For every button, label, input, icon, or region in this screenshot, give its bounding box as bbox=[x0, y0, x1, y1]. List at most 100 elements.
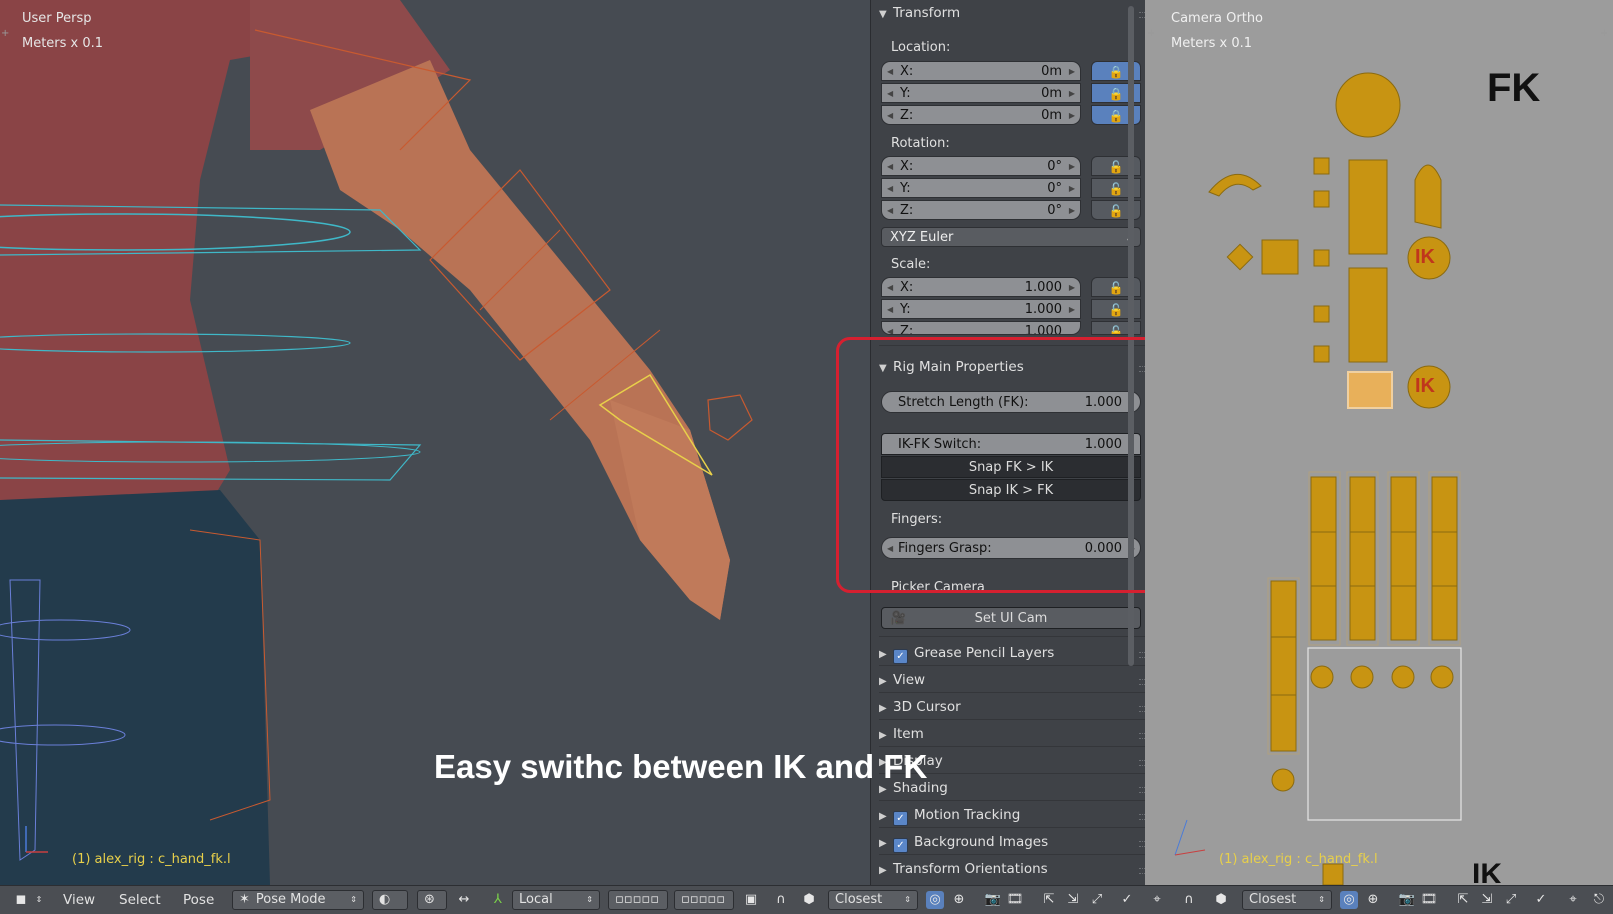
rig-picker bbox=[1174, 72, 1462, 885]
paste-pose-icon[interactable]: ⇲ bbox=[1064, 891, 1082, 909]
layers-grid-icon: ▫▫▫▫▫ bbox=[681, 892, 726, 907]
ik-badge-lower[interactable]: IK bbox=[1415, 375, 1435, 398]
snap-target-select-right[interactable]: Closest ⇕ bbox=[1242, 890, 1332, 910]
picker-head bbox=[1335, 72, 1401, 138]
picker-finger bbox=[1349, 476, 1376, 641]
location-z-field[interactable]: ◀ Z: 0m ▶ bbox=[881, 105, 1081, 125]
transform-panel-header[interactable]: ▼ Transform bbox=[879, 2, 1161, 24]
axis-gizmo-icon bbox=[25, 826, 48, 853]
highlight-box bbox=[836, 337, 1192, 593]
rotation-x-field[interactable]: ◀ X: 0° ▶ bbox=[881, 156, 1081, 176]
viewport-selected-bone: (1) alex_rig : c_hand_fk.l bbox=[72, 852, 231, 867]
editor-type-arrows-icon[interactable]: ⇕ bbox=[30, 891, 48, 909]
render-anim-icon[interactable]: 🎞 bbox=[1006, 891, 1024, 909]
item-section-header[interactable]: ▶ Item bbox=[879, 723, 1161, 745]
menu-view[interactable]: View bbox=[63, 890, 95, 910]
layers-grid-1[interactable]: ▫▫▫▫▫ bbox=[608, 890, 668, 910]
rotation-mode-select[interactable]: XYZ Euler▲ bbox=[881, 227, 1141, 247]
picker-rotate-arrow bbox=[1208, 173, 1262, 197]
onion-skin-icon[interactable]: ⊕ bbox=[950, 891, 968, 909]
snap-element-icon-right[interactable]: ⬢ bbox=[1212, 891, 1230, 909]
corner-widget-icon[interactable]: + bbox=[1, 29, 11, 39]
picker-control bbox=[1322, 863, 1344, 885]
transform-orientation-select[interactable]: Local ⇕ bbox=[512, 890, 600, 910]
checkbox-icon[interactable]: ✓ bbox=[893, 811, 908, 826]
transform-manipulator-icon[interactable]: ⅄ bbox=[489, 891, 507, 909]
paste-flipped-icon[interactable]: ⤢ bbox=[1088, 891, 1106, 909]
copy-pose-icon[interactable]: ⇱ bbox=[1040, 891, 1058, 909]
copy-pose-icon-right[interactable]: ⇱ bbox=[1454, 891, 1472, 909]
proportional-edit-icon-right[interactable]: ◎ bbox=[1340, 891, 1358, 909]
paste-flipped-icon-right[interactable]: ⤢ bbox=[1502, 891, 1520, 909]
picker-control bbox=[1313, 305, 1330, 323]
viewport-units: Meters x 0.1 bbox=[22, 36, 104, 51]
picker-control bbox=[1313, 345, 1330, 363]
render-still-icon-right[interactable]: 📷 bbox=[1398, 891, 1416, 909]
location-x-field[interactable]: ◀ X: 0m ▶ bbox=[881, 61, 1081, 81]
editor-type-cube-icon[interactable]: ◼ bbox=[12, 891, 30, 909]
background-images-header[interactable]: ▶ ✓ Background Images bbox=[879, 831, 1161, 853]
scale-x-field[interactable]: ◀ X: 1.000 ▶ bbox=[881, 277, 1081, 297]
motion-tracking-header[interactable]: ▶ ✓ Motion Tracking bbox=[879, 804, 1161, 826]
onion-skin-icon-right[interactable]: ⊕ bbox=[1364, 891, 1382, 909]
rotation-y-field[interactable]: ◀ Y: 0° ▶ bbox=[881, 178, 1081, 198]
picker-finger bbox=[1310, 476, 1337, 641]
scale-z-field[interactable]: ◀ Z: 1.000 bbox=[881, 321, 1081, 335]
render-anim-icon-right[interactable]: 🎞 bbox=[1420, 891, 1438, 909]
camera-icon: 🎥 bbox=[890, 611, 907, 626]
expand-triangle-icon: ▶ bbox=[879, 676, 887, 687]
picker-control bbox=[1226, 243, 1254, 271]
crosshair-icon-right[interactable]: ⌖ bbox=[1564, 891, 1582, 909]
picker-finger bbox=[1431, 476, 1458, 641]
camera-view-icon[interactable]: ⎋ bbox=[1590, 891, 1608, 909]
picker-spine bbox=[1348, 267, 1388, 363]
expand-triangle-icon: ▶ bbox=[879, 730, 887, 741]
paste-pose-icon-right[interactable]: ⇲ bbox=[1478, 891, 1496, 909]
expand-triangle-icon: ▶ bbox=[879, 811, 887, 822]
picker-control bbox=[1347, 371, 1393, 409]
picker-control bbox=[1391, 665, 1415, 689]
lock-layers-icon[interactable]: ▣ bbox=[742, 891, 760, 909]
menu-select[interactable]: Select bbox=[119, 890, 161, 910]
checkbox-icon[interactable]: ✓ bbox=[893, 838, 908, 853]
menu-pose[interactable]: Pose bbox=[183, 890, 214, 910]
picker-control bbox=[1313, 190, 1330, 208]
picker-camera-view[interactable]: + + Camera Ortho Meters x 0.1 FK IK IK I… bbox=[1145, 0, 1613, 885]
snap-magnet-icon-right[interactable]: ∩ bbox=[1180, 891, 1198, 909]
mode-select[interactable]: ✶ Pose Mode ⇕ bbox=[232, 890, 364, 910]
pose-mode-icon: ✶ bbox=[239, 892, 250, 907]
shading-sphere-icon: ◐ bbox=[379, 892, 391, 907]
snap-element-icon[interactable]: ⬢ bbox=[800, 891, 818, 909]
3d-cursor-section-header[interactable]: ▶ 3D Cursor bbox=[879, 696, 1161, 718]
viewport-shading-select[interactable]: ◐ bbox=[372, 890, 408, 910]
snap-magnet-icon[interactable]: ∩ bbox=[772, 891, 790, 909]
expand-triangle-icon: ▶ bbox=[879, 703, 887, 714]
set-ui-cam-button[interactable]: 🎥 Set UI Cam bbox=[881, 607, 1141, 629]
view-section-header[interactable]: ▶ View bbox=[879, 669, 1161, 691]
checkbox-icon[interactable]: ✓ bbox=[893, 649, 908, 664]
crosshair-icon[interactable]: ⌖ bbox=[1148, 891, 1166, 909]
picker-chest bbox=[1348, 159, 1388, 255]
grease-pencil-layers-header[interactable]: ▶ ✓ Grease Pencil Layers bbox=[879, 642, 1161, 664]
ik-badge-upper[interactable]: IK bbox=[1415, 246, 1435, 269]
snap-target-select[interactable]: Closest ⇕ bbox=[828, 890, 918, 910]
picker-control bbox=[1430, 665, 1454, 689]
pivot-point-select[interactable]: ⊛ bbox=[417, 890, 447, 910]
scale-y-field[interactable]: ◀ Y: 1.000 ▶ bbox=[881, 299, 1081, 319]
picker-arm bbox=[1414, 164, 1442, 229]
picker-control bbox=[1261, 239, 1299, 275]
layers-grid-icon: ▫▫▫▫▫ bbox=[615, 892, 660, 907]
pin-icon-right[interactable]: ✓ bbox=[1532, 891, 1550, 909]
picker-thumb bbox=[1270, 580, 1297, 752]
scale-label: Scale: bbox=[891, 257, 931, 272]
rotation-z-field[interactable]: ◀ Z: 0° ▶ bbox=[881, 200, 1081, 220]
transform-orientations-header[interactable]: ▶ Transform Orientations bbox=[879, 858, 1161, 880]
location-label: Location: bbox=[891, 40, 951, 55]
layers-grid-2[interactable]: ▫▫▫▫▫ bbox=[674, 890, 734, 910]
rotation-label: Rotation: bbox=[891, 136, 950, 151]
pin-icon[interactable]: ✓ bbox=[1118, 891, 1136, 909]
render-still-icon[interactable]: 📷 bbox=[984, 891, 1002, 909]
location-y-field[interactable]: ◀ Y: 0m ▶ bbox=[881, 83, 1081, 103]
proportional-edit-icon[interactable]: ◎ bbox=[926, 891, 944, 909]
manipulator-toggle-icon[interactable]: ↔ bbox=[455, 891, 473, 909]
